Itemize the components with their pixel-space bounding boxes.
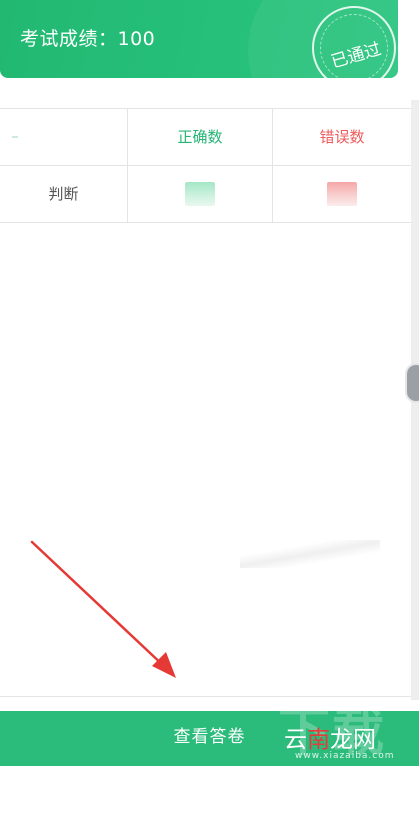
question-type: 判断 <box>48 185 79 203</box>
header-wrong-count: 错误数 <box>272 109 411 165</box>
correct-count-cell <box>127 166 272 222</box>
header-type <box>0 109 127 165</box>
table-row: 判断 <box>0 166 411 223</box>
score-text: 考试成绩：100 <box>20 28 156 50</box>
score-banner: 考试成绩：100 已通过 <box>0 0 398 78</box>
watermark-site-b: 南 <box>307 727 330 753</box>
watermark-large: 下载吧 <box>278 703 387 823</box>
wrong-count-cell <box>272 166 411 222</box>
result-table: 正确数 错误数 判断 <box>0 108 411 223</box>
watermark-site-a: 云 <box>284 727 307 753</box>
blurred-correct-count <box>185 182 215 206</box>
scrollbar-handle[interactable] <box>405 363 419 403</box>
arrow-shaft <box>30 540 168 670</box>
arrow-head <box>152 652 176 678</box>
blurred-wrong-count <box>327 182 357 206</box>
watermark-site-c: 龙网 <box>330 727 376 753</box>
faint-scribble <box>240 540 380 568</box>
red-arrow-annotation <box>30 540 176 678</box>
header-correct-count: 正确数 <box>127 109 272 165</box>
table-header-row: 正确数 错误数 <box>0 109 411 166</box>
bottom-divider <box>0 696 411 697</box>
faint-mark <box>12 136 18 138</box>
watermark-url: www.xiazaiba.com <box>295 751 395 761</box>
view-answer-sheet-label: 查看答卷 <box>173 727 246 747</box>
